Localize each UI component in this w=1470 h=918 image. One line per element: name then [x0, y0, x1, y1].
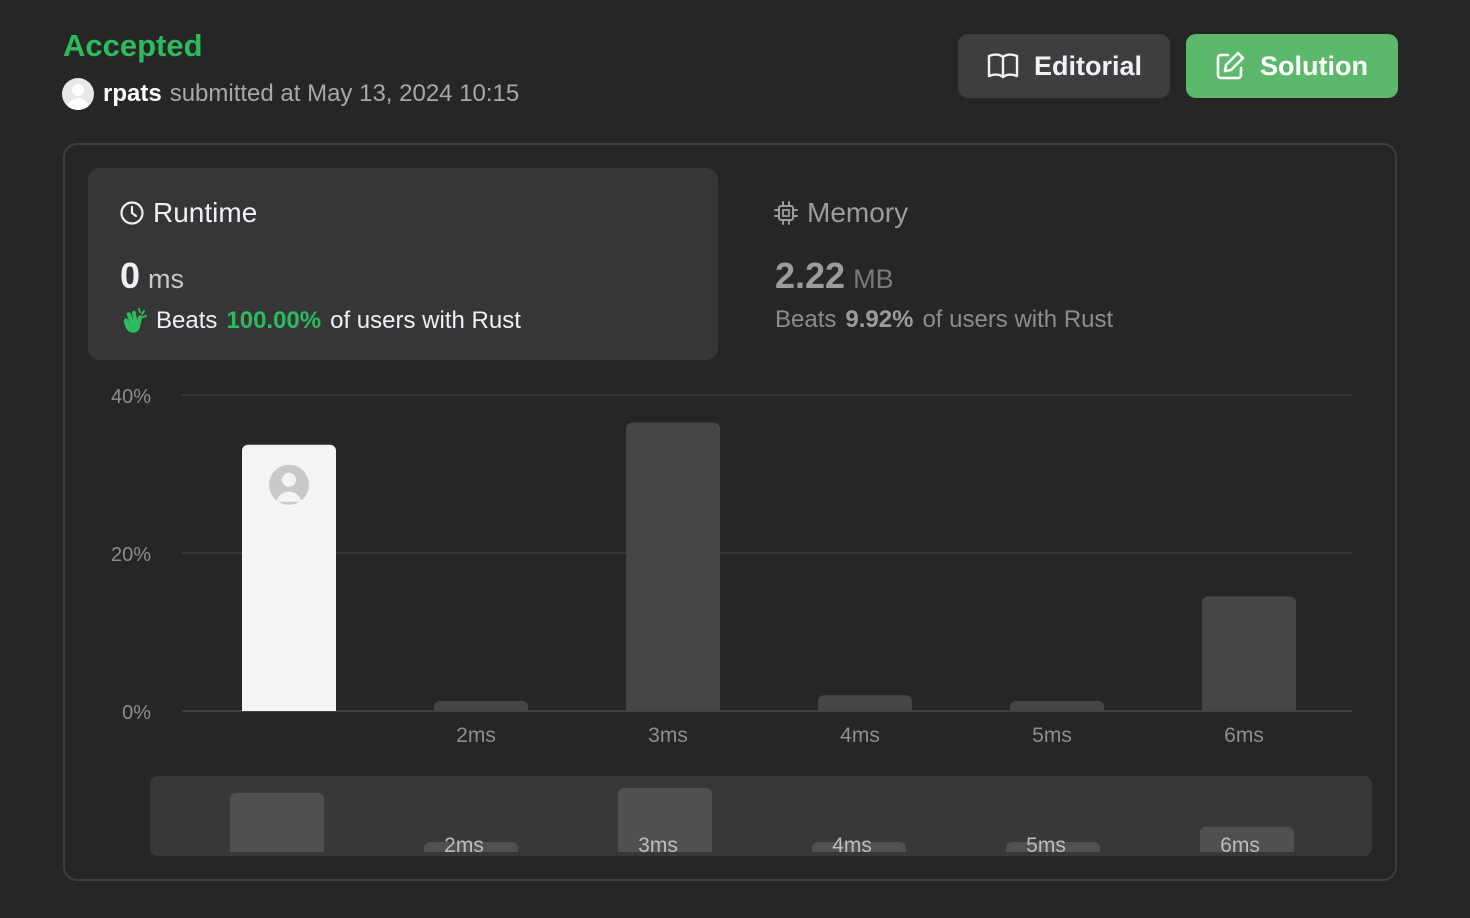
y-tick-label: 20% — [111, 544, 151, 566]
chart-bar[interactable] — [626, 422, 720, 711]
x-tick-label: 6ms — [1224, 724, 1264, 747]
x-tick-label: 5ms — [1032, 724, 1072, 747]
x-tick-label: 4ms — [840, 724, 880, 747]
minimap-label: 6ms — [1220, 834, 1260, 857]
minimap-label: 5ms — [1026, 834, 1066, 857]
x-tick-label: 2ms — [456, 724, 496, 747]
x-tick-label: 3ms — [648, 724, 688, 747]
chart-bar[interactable] — [1202, 596, 1296, 711]
runtime-distribution-chart[interactable]: 40% 20% 0% 2ms 3ms 4ms 5ms 6ms 2ms 3ms 4ms 5ms 6ms — [0, 0, 1470, 918]
minimap-label: 4ms — [832, 834, 872, 857]
minimap-bar — [230, 792, 324, 852]
minimap-label: 3ms — [638, 834, 678, 857]
chart-bar[interactable] — [1010, 701, 1104, 711]
y-tick-label: 0% — [122, 702, 151, 724]
chart-minimap[interactable] — [150, 776, 1372, 856]
y-tick-label: 40% — [111, 386, 151, 408]
chart-bar[interactable] — [434, 701, 528, 711]
bar-avatar-head — [282, 472, 296, 487]
minimap-label: 2ms — [444, 834, 484, 857]
chart-bar[interactable] — [818, 695, 912, 711]
